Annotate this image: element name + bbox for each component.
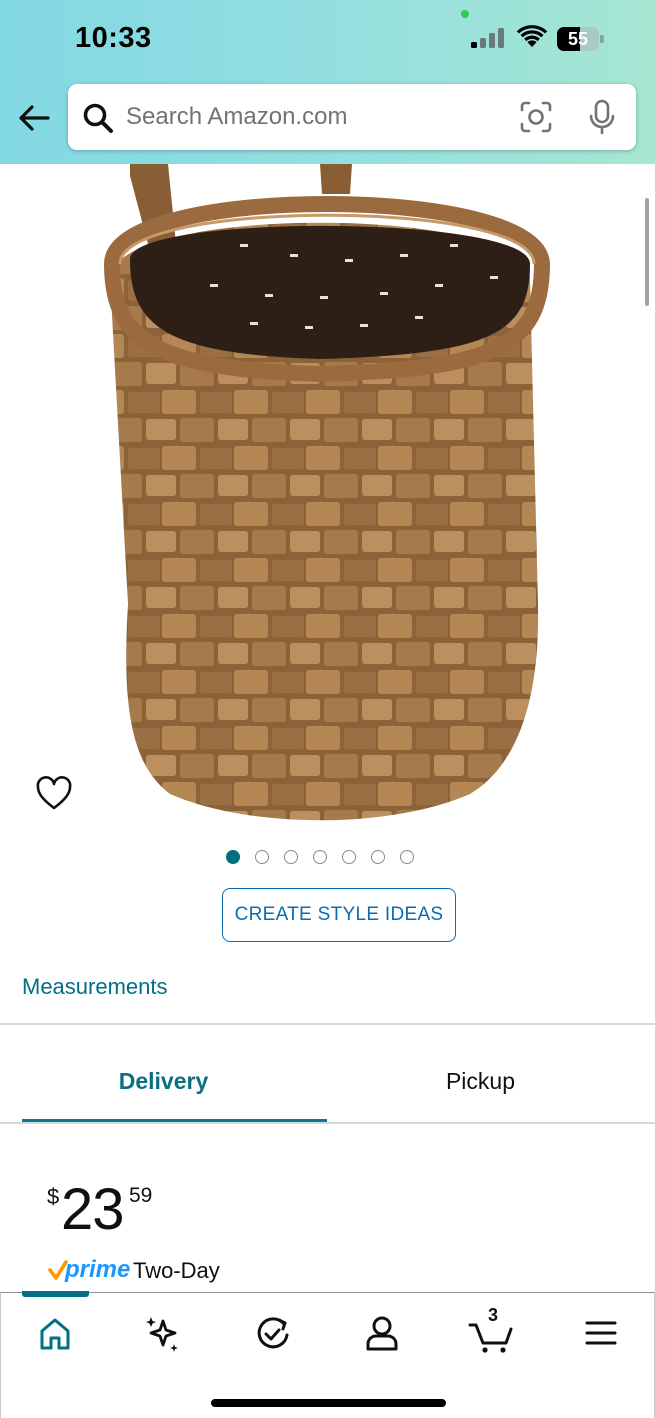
tabs-divider [0,1122,655,1124]
create-style-ideas-button[interactable]: CREATE STYLE IDEAS [222,888,456,942]
image-dot[interactable] [400,850,414,864]
image-dot[interactable] [371,850,385,864]
search-icon [83,103,113,133]
home-indicator [211,1399,446,1407]
signal-icon [471,28,504,48]
wifi-icon [516,25,548,47]
privacy-indicator-dot [461,10,469,18]
search-input[interactable] [126,98,506,136]
status-time: 10:33 [75,22,152,54]
cart-count-badge: 3 [487,1305,498,1325]
image-pagination-dots [226,850,414,866]
image-dot[interactable] [255,850,269,864]
price-fraction: 59 [129,1184,153,1207]
scroll-indicator [645,198,649,306]
back-arrow-icon[interactable] [14,100,54,136]
image-dot[interactable] [226,850,240,864]
image-dot[interactable] [342,850,356,864]
shipping-speed: Two-Day [133,1258,220,1283]
image-dot[interactable] [284,850,298,864]
camera-scan-icon[interactable] [519,100,553,134]
product-image[interactable] [90,164,560,824]
orders-check-icon[interactable] [246,1311,300,1355]
section-divider [0,1023,655,1025]
menu-icon[interactable] [574,1311,628,1355]
price-currency-symbol: $ [47,1184,60,1209]
tab-delivery[interactable]: Delivery [0,1068,327,1095]
cart-button[interactable]: 3 [464,1305,518,1355]
price-whole: 23 [61,1177,125,1242]
sparkle-icon[interactable] [136,1311,190,1355]
nav-active-indicator [22,1291,89,1297]
app-header: 10:33 55 [0,0,655,164]
prime-logo: prime [65,1256,131,1283]
heart-outline-icon[interactable] [34,774,74,814]
home-icon[interactable] [28,1311,82,1355]
bottom-navigation: 3 [0,1291,655,1418]
search-bar[interactable] [68,84,636,150]
battery-icon: 55 [557,27,605,51]
microphone-icon[interactable] [587,99,617,135]
image-dot[interactable] [313,850,327,864]
battery-level: 55 [567,29,589,49]
tab-pickup[interactable]: Pickup [327,1068,634,1095]
measurements-link[interactable]: Measurements [22,974,168,1000]
account-icon[interactable] [355,1311,409,1355]
